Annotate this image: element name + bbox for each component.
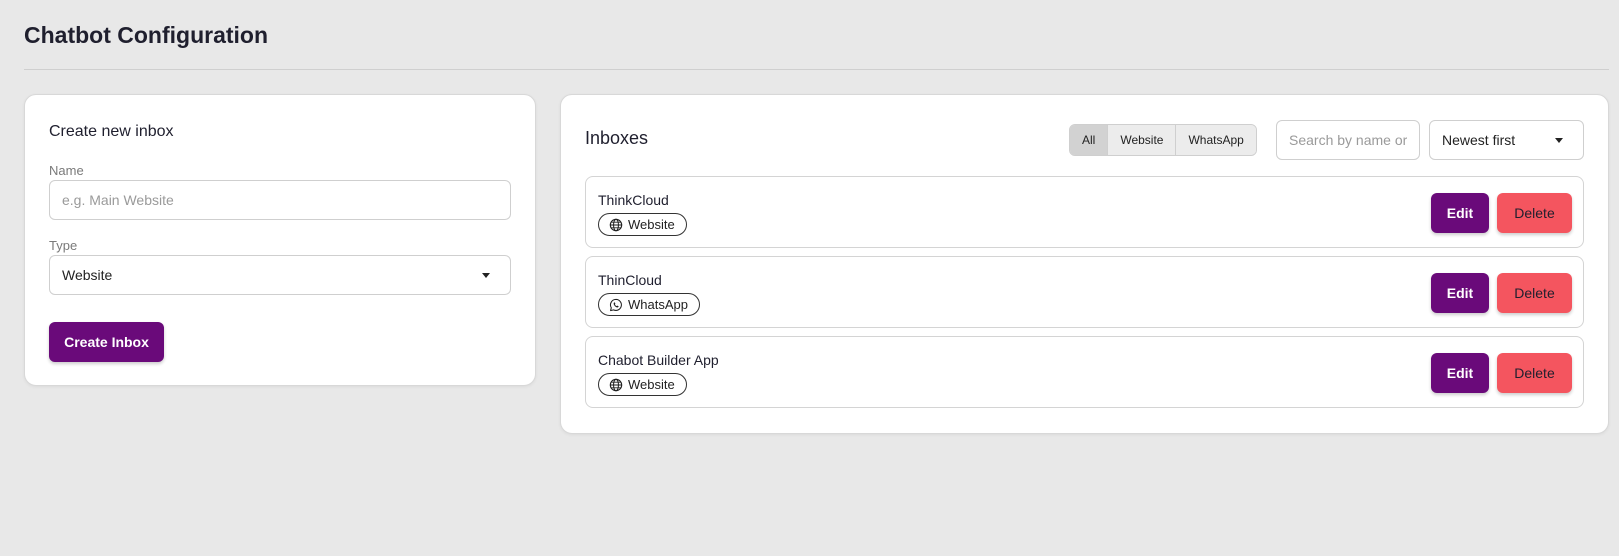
delete-button[interactable]: Delete: [1497, 353, 1572, 393]
globe-icon: [609, 218, 623, 231]
inbox-type-label: WhatsApp: [628, 297, 688, 312]
inbox-type-badge: WhatsApp: [598, 293, 700, 316]
inbox-row: Chabot Builder App Website Edit Delete: [585, 336, 1584, 408]
title-divider: [24, 69, 1609, 70]
filter-whatsapp-button[interactable]: WhatsApp: [1176, 125, 1256, 155]
create-inbox-heading: Create new inbox: [49, 123, 174, 140]
delete-button[interactable]: Delete: [1497, 193, 1572, 233]
edit-button[interactable]: Edit: [1431, 353, 1489, 393]
sort-select-value: Newest first: [1442, 132, 1516, 148]
caret-down-icon: [1555, 137, 1563, 143]
inbox-list: ThinkCloud Website Edit Delete ThinCloud: [585, 176, 1584, 408]
row-actions: Edit Delete: [1431, 273, 1572, 313]
type-label: Type: [49, 238, 78, 253]
caret-down-icon: [482, 272, 490, 278]
inboxes-heading: Inboxes: [585, 128, 649, 148]
search-input[interactable]: [1276, 120, 1420, 160]
inbox-name: Chabot Builder App: [598, 352, 719, 368]
type-select[interactable]: Website: [49, 255, 511, 295]
inbox-type-label: Website: [628, 377, 675, 392]
name-label: Name: [49, 163, 84, 178]
edit-button[interactable]: Edit: [1431, 273, 1489, 313]
whatsapp-icon: [610, 298, 622, 311]
name-input[interactable]: [49, 180, 511, 220]
inbox-type-badge: Website: [598, 213, 687, 236]
row-actions: Edit Delete: [1431, 193, 1572, 233]
inbox-type-badge: Website: [598, 373, 687, 396]
create-inbox-card: Create new inbox Name Type Website Creat…: [24, 94, 536, 386]
page-title: Chatbot Configuration: [24, 22, 269, 48]
inbox-row: ThinkCloud Website Edit Delete: [585, 176, 1584, 248]
inbox-name: ThinCloud: [598, 272, 662, 288]
type-filter-group: All Website WhatsApp: [1069, 124, 1257, 156]
row-actions: Edit Delete: [1431, 353, 1572, 393]
filter-all-button[interactable]: All: [1070, 125, 1109, 155]
inbox-type-label: Website: [628, 217, 675, 232]
edit-button[interactable]: Edit: [1431, 193, 1489, 233]
inbox-name: ThinkCloud: [598, 192, 669, 208]
filter-website-button[interactable]: Website: [1108, 125, 1177, 155]
sort-select[interactable]: Newest first: [1429, 120, 1584, 160]
globe-icon: [609, 378, 623, 391]
inbox-row: ThinCloud WhatsApp Edit Delete: [585, 256, 1584, 328]
create-inbox-button[interactable]: Create Inbox: [49, 322, 164, 362]
delete-button[interactable]: Delete: [1497, 273, 1572, 313]
inboxes-card: Inboxes All Website WhatsApp Newest firs…: [560, 94, 1609, 434]
type-select-value: Website: [62, 267, 113, 283]
